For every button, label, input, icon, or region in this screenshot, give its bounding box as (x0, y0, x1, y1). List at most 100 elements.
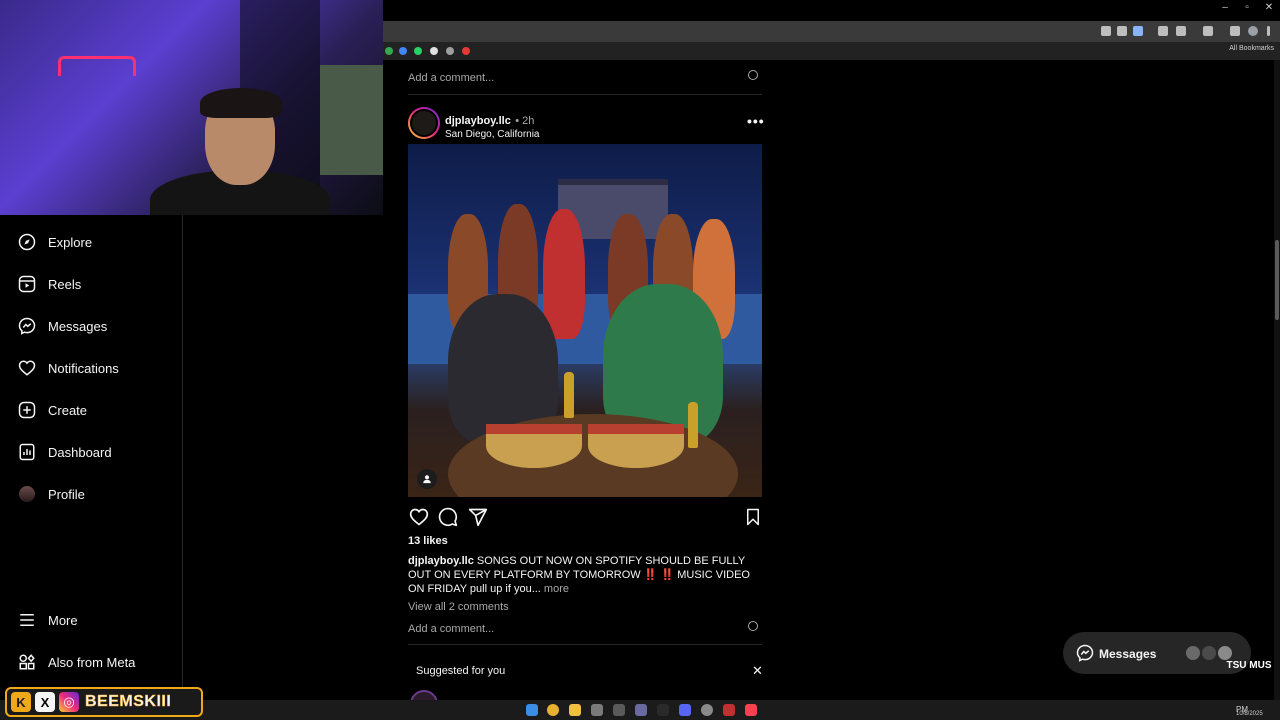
nav-explore[interactable]: Explore (0, 224, 183, 260)
post-options-icon[interactable]: ••• (747, 113, 765, 129)
bookmark-2-icon[interactable] (399, 47, 407, 55)
compass-icon (17, 232, 37, 252)
scrollbar-thumb[interactable] (1275, 240, 1279, 320)
browser-toolbar (383, 21, 1280, 42)
image-bottle (564, 372, 574, 418)
tagged-user-icon[interactable] (417, 469, 437, 489)
save-bookmark-icon[interactable] (742, 506, 764, 528)
bookmark-3-icon[interactable] (430, 47, 438, 55)
taskbar-app-icon[interactable] (613, 704, 625, 716)
avatar (17, 484, 37, 504)
heart-icon (17, 358, 37, 378)
nav-messages[interactable]: Messages (0, 308, 183, 344)
background-window (320, 65, 383, 175)
kick-icon: K (11, 692, 31, 712)
extension-icon[interactable] (1158, 26, 1168, 36)
messenger-icon (1076, 644, 1094, 662)
post-caption: djplayboy.llc SONGS OUT NOW ON SPOTIFY S… (408, 554, 764, 596)
zoom-icon[interactable] (1117, 26, 1127, 36)
likes-count[interactable]: 13 likes (408, 535, 448, 547)
nav-reels[interactable]: Reels (0, 266, 183, 302)
puzzle-icon[interactable] (1176, 26, 1186, 36)
nav-more-label: More (48, 612, 78, 628)
taskbar-date[interactable]: 10/8/2025 (1236, 711, 1263, 717)
messages-floating-button[interactable]: Messages (1063, 632, 1251, 674)
streamer-social-overlay: K X ◎ BEEMSKIII (5, 687, 203, 717)
close-window-button[interactable]: ✕ (1258, 2, 1280, 13)
discord-icon[interactable] (679, 704, 691, 716)
meta-apps-icon (17, 652, 37, 672)
nav-create-label: Create (48, 402, 88, 418)
image-bottle (688, 402, 698, 448)
extension-2-icon[interactable] (1230, 26, 1240, 36)
post-divider (408, 644, 762, 645)
nav-notifications[interactable]: Notifications (0, 350, 183, 386)
add-comment-row: Add a comment... (408, 619, 762, 635)
nav-profile[interactable]: Profile (0, 476, 183, 512)
nav-dashboard[interactable]: Dashboard (0, 434, 183, 470)
sidepanel-icon[interactable] (1203, 26, 1213, 36)
like-icon[interactable] (408, 506, 430, 528)
nav-messages-label: Messages (48, 318, 108, 334)
emoji-icon[interactable] (748, 70, 758, 80)
add-comment-input[interactable]: Add a comment... (408, 623, 494, 635)
streamer-hair (200, 88, 282, 118)
nav-more[interactable]: More (0, 602, 183, 638)
webcam-overlay (0, 0, 383, 215)
post-image[interactable] (408, 144, 762, 497)
caption-username[interactable]: djplayboy.llc (408, 555, 474, 567)
nav-also-from-meta-label: Also from Meta (48, 654, 136, 670)
cast-icon[interactable] (1101, 26, 1111, 36)
file-explorer-icon[interactable] (569, 704, 581, 716)
music-app-icon[interactable] (745, 704, 757, 716)
messages-label: Messages (1099, 647, 1157, 661)
instagram-feed: Add a comment... djplayboy.llc • 2h San … (383, 60, 1280, 720)
post-location[interactable]: San Diego, California (445, 129, 540, 140)
close-suggested-icon[interactable]: ✕ (752, 663, 763, 679)
dashboard-icon (17, 442, 37, 462)
taskbar-app-icon[interactable] (635, 704, 647, 716)
reels-icon (17, 274, 37, 294)
chrome-icon[interactable] (547, 704, 559, 716)
scrollbar-track[interactable] (1274, 60, 1280, 700)
bookmark-5-icon[interactable] (462, 47, 470, 55)
comment-icon[interactable] (437, 506, 459, 528)
post-location-row: San Diego, California (445, 124, 695, 142)
view-all-comments-link[interactable]: View all 2 comments (408, 601, 509, 613)
x-icon: X (35, 692, 55, 712)
browser-menu-icon[interactable] (1267, 26, 1270, 36)
caption-more-link[interactable]: more (541, 583, 569, 595)
nav-also-from-meta[interactable]: Also from Meta (0, 644, 183, 680)
share-icon[interactable] (467, 506, 489, 528)
post-author-avatar[interactable] (408, 107, 440, 139)
menu-icon (17, 610, 37, 630)
taskbar-app-icon[interactable] (657, 704, 669, 716)
post-actions (408, 506, 762, 528)
instagram-icon: ◎ (59, 692, 79, 712)
plus-square-icon (17, 400, 37, 420)
nav-create[interactable]: Create (0, 392, 183, 428)
bookmark-1-icon[interactable] (385, 47, 393, 55)
taskbar-app-icon[interactable] (701, 704, 713, 716)
minimize-button[interactable]: – (1214, 2, 1236, 13)
corner-watermark-logo: TSU MUS (1226, 660, 1272, 671)
maximize-button[interactable]: ▫ (1236, 2, 1258, 13)
emoji-icon[interactable] (748, 621, 758, 631)
taskbar-app-icon[interactable] (591, 704, 603, 716)
previous-post-comment-row: Add a comment... (408, 68, 762, 84)
all-bookmarks-link[interactable]: All Bookmarks (1229, 45, 1274, 52)
nav-dashboard-label: Dashboard (48, 444, 112, 460)
profile-avatar[interactable] (1248, 26, 1258, 36)
bookmark-star-icon[interactable] (1133, 26, 1143, 36)
windows-start-icon[interactable] (526, 704, 538, 716)
led-light-decor (58, 56, 136, 76)
taskbar-app-icon[interactable] (723, 704, 735, 716)
bookmark-4-icon[interactable] (446, 47, 454, 55)
whatsapp-icon[interactable] (414, 47, 422, 55)
messenger-icon (17, 316, 37, 336)
nav-explore-label: Explore (48, 234, 93, 250)
previous-add-comment-input[interactable]: Add a comment... (408, 72, 494, 84)
bookmarks-bar: All Bookmarks (383, 42, 1280, 60)
image-figure (543, 209, 585, 339)
suggested-title: Suggested for you (416, 665, 506, 677)
